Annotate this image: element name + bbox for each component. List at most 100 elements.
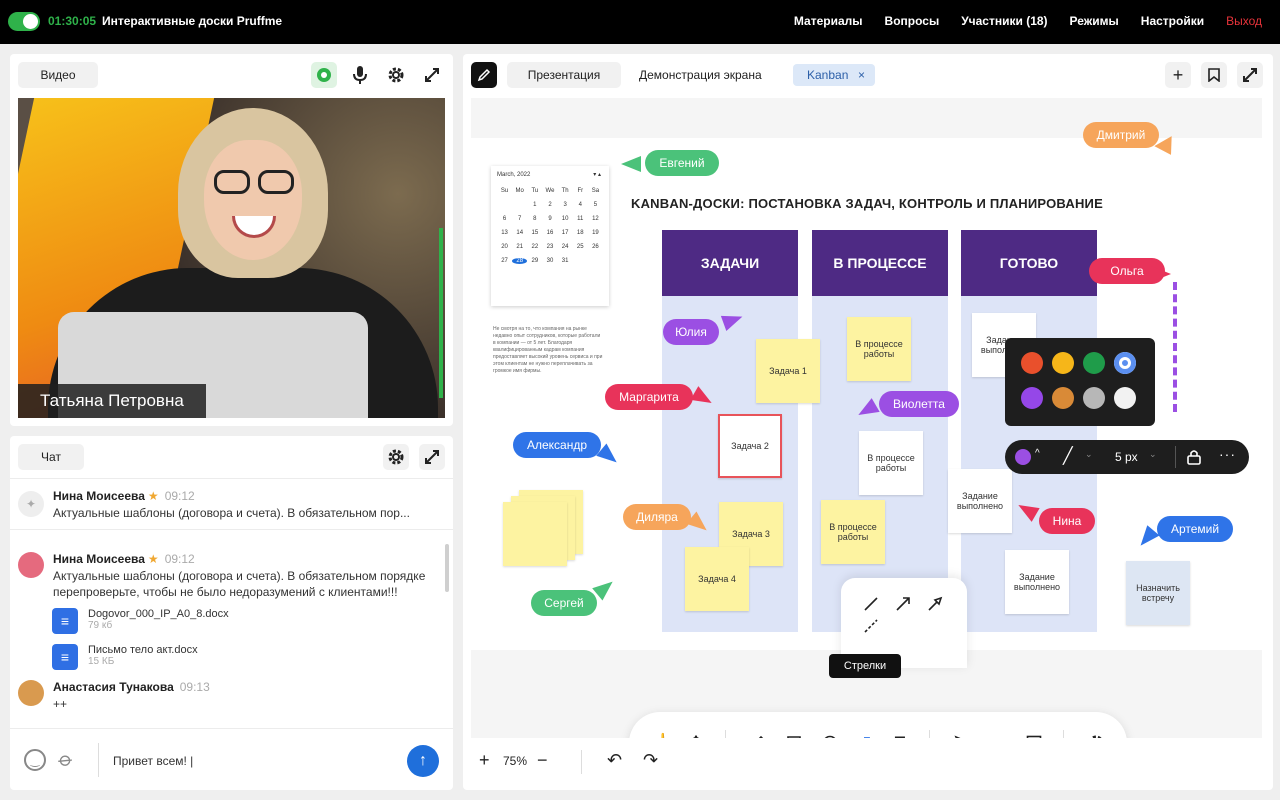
calendar-day[interactable]: 12	[588, 216, 603, 222]
pinned-message[interactable]: ✦ Нина Моисеева ★ 09:12 Актуальные шаблоны…	[10, 478, 453, 530]
color-swatch[interactable]	[1052, 352, 1074, 374]
calendar-day[interactable]: 28	[512, 258, 528, 264]
emoji-icon[interactable]: ‿	[24, 749, 46, 771]
sticky-note[interactable]: В процессе работы	[847, 317, 911, 381]
color-swatch[interactable]	[1021, 352, 1043, 374]
mic-button[interactable]	[347, 62, 373, 88]
hand-tool[interactable]: ☝	[647, 730, 673, 738]
calendar-day[interactable]: 19	[588, 230, 603, 236]
calendar-day[interactable]: 18	[573, 230, 588, 236]
sticky-note[interactable]: Задание выполнено	[1005, 550, 1069, 614]
file-attachment[interactable]: ≡ Dogovor_000_IP_A0_8.docx 79 кб	[52, 608, 229, 634]
calendar-day[interactable]: 2	[542, 202, 557, 208]
live-toggle[interactable]	[8, 12, 40, 31]
text-tool[interactable]: T	[887, 730, 913, 738]
chevron-down-icon[interactable]: ⌄	[1085, 449, 1093, 460]
tab-presentation[interactable]: Презентация	[507, 62, 621, 88]
dashed-line[interactable]	[1173, 282, 1177, 412]
move-tool[interactable]: ✥	[683, 730, 709, 738]
pencil-tool[interactable]	[745, 730, 771, 738]
arrow-icon[interactable]	[895, 596, 911, 612]
calendar-day[interactable]: 27	[497, 258, 512, 264]
calendar-day[interactable]: 31	[558, 258, 573, 264]
sticky-note[interactable]: В процессе работы	[859, 431, 923, 495]
sticky-note[interactable]: Задача 4	[685, 547, 749, 611]
sticky-note[interactable]: Задача 1	[756, 339, 820, 403]
calendar-widget[interactable]: March, 2022 ▾ ▴ Su Mo Tu We Th Fr Sa 1 2 3 4 5 6 7 8 9 1…	[491, 166, 609, 306]
redo-icon[interactable]: ↷	[643, 750, 658, 771]
layout-tool[interactable]	[1021, 730, 1047, 738]
add-button[interactable]: +	[1165, 62, 1191, 88]
zoom-in-button[interactable]: +	[479, 750, 490, 771]
calendar-nav-icon[interactable]: ▾ ▴	[593, 171, 601, 178]
chevron-up-icon[interactable]: ^	[1035, 448, 1040, 459]
nav-materials[interactable]: Материалы	[794, 14, 863, 28]
sticky-note-selected[interactable]: Задача 2	[718, 414, 782, 478]
calendar-day[interactable]: 30	[542, 258, 557, 264]
calendar-day[interactable]: 26	[588, 244, 603, 250]
color-swatch[interactable]	[1114, 352, 1136, 374]
send-button[interactable]: ↑	[407, 745, 439, 777]
board-expand-button[interactable]	[1237, 62, 1263, 88]
color-swatch[interactable]	[1083, 352, 1105, 374]
calendar-day[interactable]: 10	[558, 216, 573, 222]
board-canvas[interactable]: March, 2022 ▾ ▴ Su Mo Tu We Th Fr Sa 1 2 3 4 5 6 7 8 9 1…	[471, 98, 1262, 738]
shape-tool[interactable]	[817, 730, 843, 738]
nav-participants[interactable]: Участники (18)	[961, 14, 1047, 28]
calendar-day[interactable]: 8	[527, 216, 542, 222]
chevron-down-icon[interactable]: ⌄	[1149, 449, 1157, 460]
lock-icon[interactable]	[1187, 449, 1201, 465]
calendar-day[interactable]: 1	[527, 202, 542, 208]
more-icon[interactable]: ···	[1219, 446, 1236, 462]
calendar-day[interactable]: 7	[512, 216, 527, 222]
video-tab[interactable]: Видео	[18, 62, 98, 88]
sticky-note[interactable]: Задание выполнено	[948, 469, 1012, 533]
calendar-day[interactable]: 22	[527, 244, 542, 250]
nav-settings[interactable]: Настройки	[1141, 14, 1204, 28]
video-expand-button[interactable]	[419, 62, 445, 88]
sticky-note[interactable]: В процессе работы	[821, 500, 885, 564]
calendar-day[interactable]: 24	[558, 244, 573, 250]
zoom-out-button[interactable]: −	[537, 750, 548, 771]
calendar-day[interactable]: 13	[497, 230, 512, 236]
sticky-note[interactable]: Назначить встречу	[1126, 561, 1190, 625]
video-settings-button[interactable]	[383, 62, 409, 88]
arrow-tool[interactable]	[851, 730, 877, 738]
calendar-day[interactable]: 14	[512, 230, 527, 236]
exit-button[interactable]: Выход	[1226, 14, 1262, 28]
calendar-day[interactable]: 21	[512, 244, 527, 250]
tab-screen-share[interactable]: Демонстрация экрана	[639, 68, 762, 82]
attach-icon[interactable]: ⌀	[53, 746, 78, 773]
calendar-day[interactable]: 9	[542, 216, 557, 222]
calendar-day[interactable]: 3	[558, 202, 573, 208]
file-attachment[interactable]: ≡ Письмо тело акт.docx 15 КБ	[52, 644, 198, 670]
color-swatch[interactable]	[1114, 386, 1136, 409]
close-icon[interactable]: ×	[858, 68, 865, 82]
pen-button[interactable]	[471, 62, 497, 88]
screenshot-tool[interactable]	[985, 730, 1011, 738]
chat-scrollbar[interactable]	[445, 544, 449, 592]
calendar-day[interactable]: 25	[573, 244, 588, 250]
chat-settings-button[interactable]	[383, 444, 409, 470]
line-icon[interactable]	[863, 596, 879, 612]
calendar-day[interactable]: 4	[573, 202, 588, 208]
calendar-day[interactable]: 17	[558, 230, 573, 236]
calendar-day[interactable]: 6	[497, 216, 512, 222]
toolbar-settings[interactable]	[1083, 730, 1109, 738]
calendar-day[interactable]: 29	[527, 258, 542, 264]
current-color-swatch[interactable]	[1015, 449, 1031, 465]
chat-input[interactable]: Привет всем! |	[113, 753, 193, 769]
stroke-size-select[interactable]: 5 px	[1115, 450, 1138, 464]
calendar-day[interactable]: 20	[497, 244, 512, 250]
sticky-tool[interactable]	[781, 730, 807, 738]
bookmark-button[interactable]	[1201, 62, 1227, 88]
nav-questions[interactable]: Вопросы	[885, 14, 940, 28]
calendar-day[interactable]: 11	[573, 216, 588, 222]
calendar-day[interactable]: 23	[542, 244, 557, 250]
chat-tab[interactable]: Чат	[18, 444, 84, 470]
color-swatch[interactable]	[1083, 386, 1105, 409]
calendar-day[interactable]: 15	[527, 230, 542, 236]
calendar-day[interactable]: 16	[542, 230, 557, 236]
chat-expand-button[interactable]	[419, 444, 445, 470]
nav-modes[interactable]: Режимы	[1070, 14, 1119, 28]
